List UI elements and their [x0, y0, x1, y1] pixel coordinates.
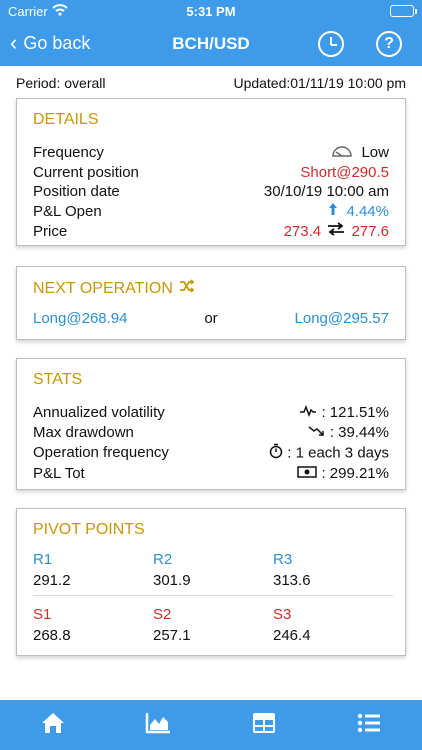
pivot-grid: R1 R2 R3 291.2 301.9 313.6 S1 S2 S3 268.… — [33, 547, 393, 650]
option-long-high[interactable]: Long@295.57 — [295, 310, 389, 327]
period-label: Period: overall — [16, 75, 106, 91]
r3-value: 313.6 — [273, 572, 311, 589]
stats-card: STATS Annualized volatility : 121.51% Ma… — [16, 358, 406, 490]
pl-open-row: P&L Open 4.44% — [33, 202, 389, 222]
next-operation-card: NEXT OPERATION Long@268.94 or Long@295.5… — [16, 266, 406, 340]
volatility-row: Annualized volatility : 121.51% — [33, 403, 389, 423]
tab-list[interactable] — [349, 705, 389, 745]
s1-label: S1 — [33, 606, 52, 623]
navigation-bar: ‹ Go back BCH/USD ? — [0, 22, 422, 66]
grid-icon — [252, 712, 276, 739]
drawdown-value: : 39.44% — [329, 423, 389, 441]
position-value: Short@290.5 — [300, 163, 389, 181]
shuffle-icon — [179, 279, 195, 298]
position-date-row: Position date 30/10/19 10:00 am — [33, 182, 389, 202]
meta-row: Period: overall Updated:01/11/19 10:00 p… — [16, 75, 406, 91]
list-icon — [357, 713, 381, 738]
r3-label: R3 — [273, 551, 293, 568]
r1-value: 291.2 — [33, 572, 71, 589]
help-icon[interactable]: ? — [376, 31, 402, 57]
price-label: Price — [33, 222, 68, 240]
price-ask: 277.6 — [351, 222, 389, 240]
drawdown-row: Max drawdown : 39.44% — [33, 423, 389, 443]
frequency-row: Frequency Low — [33, 143, 389, 163]
operation-frequency-row: Operation frequency : 1 each 3 days — [33, 443, 389, 465]
r2-label: R2 — [153, 551, 173, 568]
pl-open-label: P&L Open — [33, 202, 102, 220]
tab-chart[interactable] — [138, 705, 178, 745]
pl-open-value: 4.44% — [346, 202, 389, 220]
frequency-value: Low — [361, 144, 389, 161]
details-title: DETAILS — [33, 111, 99, 128]
pivot-divider — [33, 595, 393, 596]
option-long-low[interactable]: Long@268.94 — [33, 310, 127, 327]
operation-frequency-label: Operation frequency — [33, 443, 169, 461]
stopwatch-icon — [269, 443, 283, 465]
frequency-label: Frequency — [33, 144, 104, 161]
clock-icon[interactable] — [318, 31, 344, 57]
tab-home[interactable] — [33, 705, 73, 745]
next-operation-title: NEXT OPERATION — [33, 279, 173, 297]
tab-bar — [0, 700, 422, 750]
swap-icon — [327, 222, 345, 242]
stats-title: STATS — [33, 371, 83, 388]
next-operation-options: Long@268.94 or Long@295.57 — [33, 310, 389, 327]
pivot-points-card: PIVOT POINTS R1 R2 R3 291.2 301.9 313.6 … — [16, 508, 406, 656]
s3-value: 246.4 — [273, 627, 311, 644]
s3-label: S3 — [273, 606, 292, 623]
gauge-icon — [331, 143, 353, 163]
price-bid: 273.4 — [283, 222, 322, 240]
details-card: DETAILS Frequency Low Current position S… — [16, 98, 406, 246]
position-date-label: Position date — [33, 183, 120, 201]
pl-total-value: : 299.21% — [321, 465, 389, 483]
volatility-label: Annualized volatility — [33, 404, 165, 421]
volatility-value: : 121.51% — [321, 404, 389, 421]
operation-frequency-value: : 1 each 3 days — [287, 444, 389, 462]
or-label: or — [204, 310, 218, 327]
s2-label: S2 — [153, 606, 172, 623]
money-icon — [297, 464, 318, 484]
status-bar: Carrier 5:31 PM — [0, 0, 422, 22]
next-operation-title-row: NEXT OPERATION — [33, 279, 389, 298]
updated-label: Updated:01/11/19 10:00 pm — [233, 75, 406, 91]
pl-total-row: P&L Tot : 299.21% — [33, 464, 389, 484]
pivot-points-title: PIVOT POINTS — [33, 521, 145, 538]
position-date-value: 30/10/19 10:00 am — [263, 183, 389, 201]
battery-icon — [390, 5, 417, 17]
price-row: Price 273.4 277.6 — [33, 222, 389, 242]
page-title: BCH/USD — [172, 34, 250, 53]
position-label: Current position — [33, 163, 139, 181]
chart-icon — [145, 712, 171, 739]
arrow-up-icon — [328, 202, 338, 222]
pl-total-label: P&L Tot — [33, 465, 85, 483]
s2-value: 257.1 — [153, 627, 191, 644]
position-row: Current position Short@290.5 — [33, 163, 389, 183]
status-time: 5:31 PM — [186, 4, 236, 19]
r2-value: 301.9 — [153, 572, 191, 589]
s1-value: 268.8 — [33, 627, 71, 644]
pulse-icon — [299, 403, 317, 423]
drawdown-label: Max drawdown — [33, 423, 134, 441]
home-icon — [40, 711, 66, 740]
tab-table[interactable] — [244, 705, 284, 745]
r1-label: R1 — [33, 551, 53, 568]
trend-down-icon — [308, 423, 326, 443]
